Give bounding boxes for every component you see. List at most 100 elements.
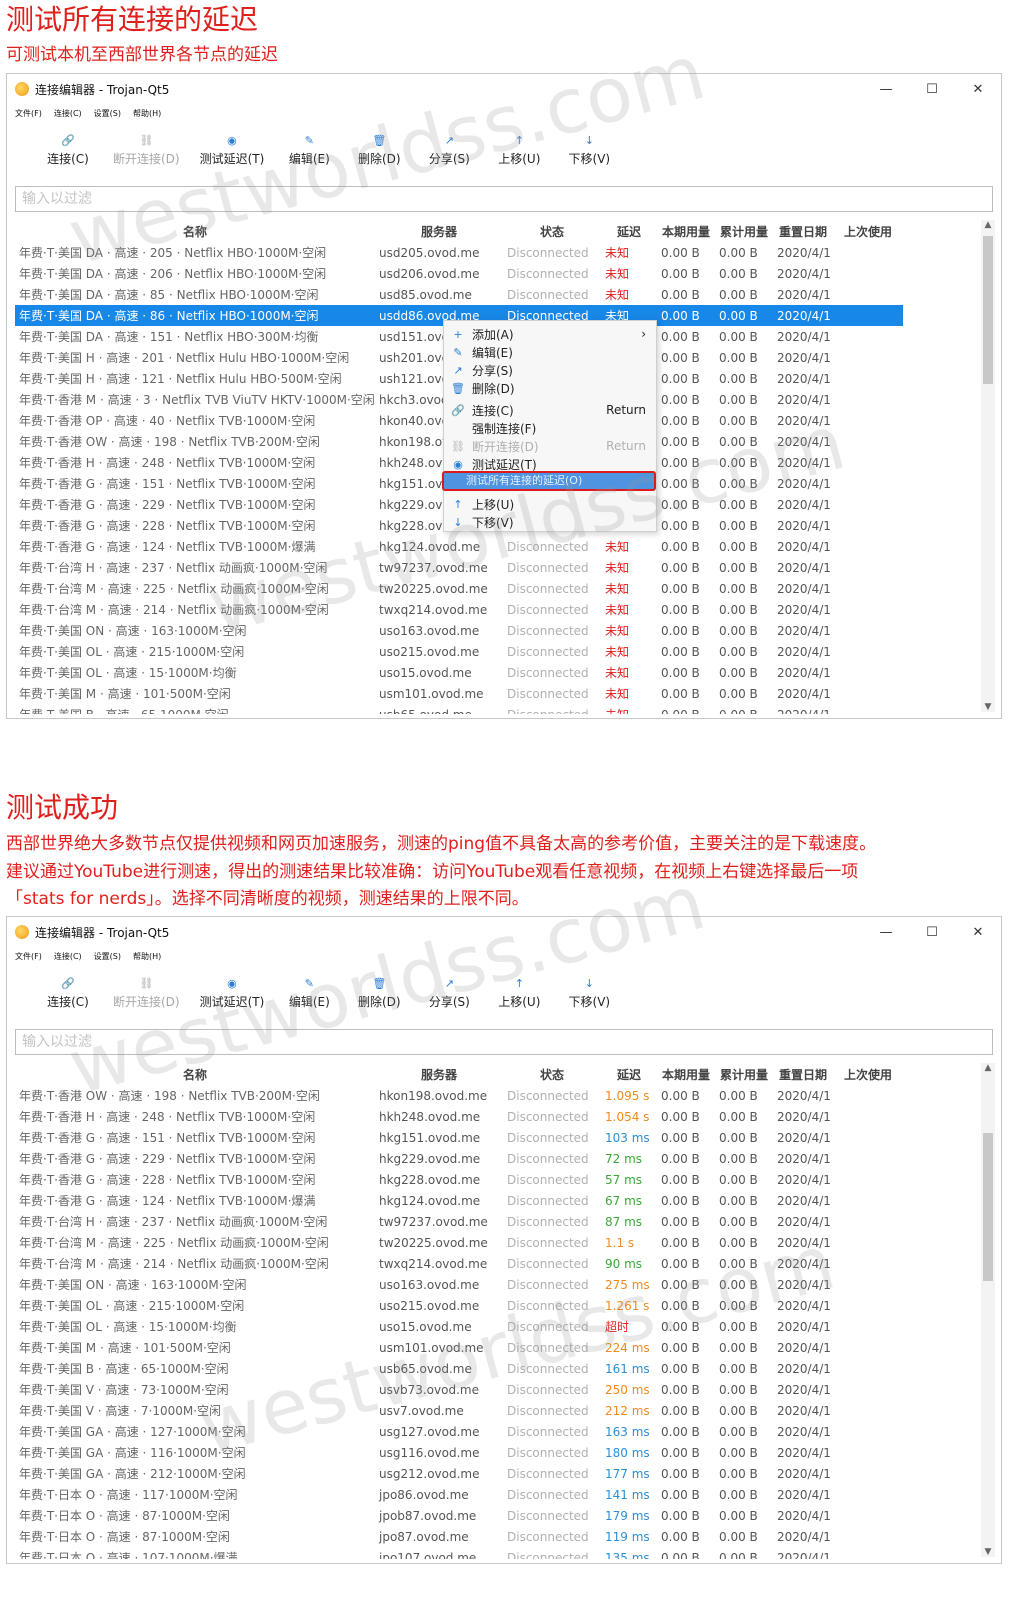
table-row[interactable]: 年费·T·日本 O · 高速 · 117·1000M·空闲 jpo86.ovod.… <box>15 1484 903 1505</box>
table-row[interactable]: 年费·T·美国 ON · 高速 · 163·1000M·空闲 uso163.ovo… <box>15 620 903 641</box>
column-header[interactable]: 本期用量 <box>657 220 715 242</box>
close-button[interactable]: ✕ <box>955 74 1001 104</box>
vertical-scrollbar[interactable]: ▲ ▼ <box>981 220 995 712</box>
minimize-button[interactable]: — <box>863 917 909 947</box>
column-header[interactable]: 延迟 <box>601 1063 657 1085</box>
table-row[interactable]: 年费·T·台湾 H · 高速 · 237 · Netflix 动画疯·1000M… <box>15 557 903 578</box>
table-row[interactable]: 年费·T·台湾 H · 高速 · 237 · Netflix 动画疯·1000M… <box>15 1211 903 1232</box>
table-row[interactable]: 年费·T·台湾 M · 高速 · 214 · Netflix 动画疯·1000M… <box>15 1253 903 1274</box>
column-header[interactable]: 重置日期 <box>773 1063 833 1085</box>
table-row[interactable]: 年费·T·美国 DA · 高速 · 206 · Netflix HBO·1000… <box>15 263 903 284</box>
table-row[interactable]: 年费·T·美国 DA · 高速 · 85 · Netflix HBO·1000M… <box>15 284 903 305</box>
toolbar-button-3[interactable]: ✎ 编辑(E) <box>284 134 334 167</box>
vertical-scrollbar[interactable]: ▲ ▼ <box>981 1063 995 1557</box>
menu-connection[interactable]: 连接(C) <box>54 951 82 962</box>
table-row[interactable]: 年费·T·美国 DA · 高速 · 205 · Netflix HBO·1000… <box>15 242 903 263</box>
table-row[interactable]: 年费·T·美国 OL · 高速 · 15·1000M·均衡 uso15.ovod.… <box>15 1316 903 1337</box>
toolbar-button-2[interactable]: ◉ 测试延迟(T) <box>200 977 265 1010</box>
scroll-up-arrow-icon[interactable]: ▲ <box>981 220 995 230</box>
table-row[interactable]: 年费·T·香港 H · 高速 · 248 · Netflix TVB·1000M… <box>15 1106 903 1127</box>
table-row[interactable]: 年费·T·美国 B · 高速 · 65·1000M·空闲usb65.ovod.m… <box>15 1358 903 1379</box>
menu-settings[interactable]: 设置(S) <box>94 108 121 119</box>
filter-input[interactable]: 输入以过滤 <box>15 1029 993 1055</box>
table-row[interactable]: 年费·T·台湾 M · 高速 · 214 · Netflix 动画疯·1000M… <box>15 599 903 620</box>
toolbar-button-3[interactable]: ✎ 编辑(E) <box>284 977 334 1010</box>
context-menu-item[interactable]: + 添加(A) › <box>444 325 656 343</box>
table-row[interactable]: 年费·T·香港 G · 高速 · 124 · Netflix TVB·1000M… <box>15 536 903 557</box>
table-row[interactable]: 年费·T·台湾 M · 高速 · 225 · Netflix 动画疯·1000M… <box>15 1232 903 1253</box>
context-menu-item[interactable]: 🗑 删除(D) <box>444 379 656 397</box>
column-header[interactable]: 上次使用 <box>833 220 903 242</box>
table-row[interactable]: 年费·T·美国 OL · 高速 · 15·1000M·均衡 uso15.ovod.… <box>15 662 903 683</box>
column-header[interactable]: 累计用量 <box>715 220 773 242</box>
column-header[interactable]: 服务器 <box>375 1063 503 1085</box>
table-row[interactable]: 年费·T·美国 V · 高速 · 7·1000M·空闲 usv7.ovod.me D… <box>15 1400 903 1421</box>
toolbar-button-2[interactable]: ◉ 测试延迟(T) <box>200 134 265 167</box>
column-header[interactable]: 名称 <box>15 1063 375 1085</box>
filter-input[interactable]: 输入以过滤 <box>15 186 993 212</box>
context-menu-item[interactable]: ↑ 上移(U) <box>444 495 656 513</box>
minimize-button[interactable]: — <box>863 74 909 104</box>
context-menu-item[interactable]: 🔗 连接(C) Return <box>444 401 656 419</box>
context-menu-item[interactable]: ↓ 下移(V) <box>444 513 656 531</box>
scroll-down-arrow-icon[interactable]: ▼ <box>981 1547 995 1557</box>
column-header[interactable]: 重置日期 <box>773 220 833 242</box>
table-row[interactable]: 年费·T·日本 O · 高速 · 107·1000M·爆满 jpo107.ovod… <box>15 1547 903 1560</box>
scroll-up-arrow-icon[interactable]: ▲ <box>981 1063 995 1073</box>
context-menu-item[interactable]: ↗ 分享(S) <box>444 361 656 379</box>
table-row[interactable]: 年费·T·美国 GA · 高速 · 116·1000M·空闲 usg116.ovo… <box>15 1442 903 1463</box>
column-header[interactable]: 本期用量 <box>657 1063 715 1085</box>
menu-file[interactable]: 文件(F) <box>15 108 42 119</box>
toolbar-button-1[interactable]: ⛓ 断开连接(D) <box>113 134 180 167</box>
menu-help[interactable]: 帮助(H) <box>133 951 161 962</box>
table-row[interactable]: 年费·T·香港 G · 高速 · 151 · Netflix TVB·1000M… <box>15 1127 903 1148</box>
table-row[interactable]: 年费·T·美国 B · 高速 · 65·1000M·空闲usb65.ovod.m… <box>15 704 903 715</box>
table-row[interactable]: 年费·T·日本 O · 高速 · 87·1000M·空闲 jpo87.ovod.m… <box>15 1526 903 1547</box>
table-row[interactable]: 年费·T·香港 G · 高速 · 229 · Netflix TVB·1000M… <box>15 1148 903 1169</box>
table-row[interactable]: 年费·T·美国 V · 高速 · 73·1000M·空闲 usvb73.ovod.… <box>15 1379 903 1400</box>
table-row[interactable]: 年费·T·美国 M · 高速 · 101·500M·空闲 usm101.ovod.… <box>15 1337 903 1358</box>
toolbar-button-0[interactable]: 🔗 连接(C) <box>43 977 93 1010</box>
toolbar-button-6[interactable]: ↑ 上移(U) <box>494 977 544 1010</box>
context-menu-item[interactable]: ⛓ 断开连接(D) Return <box>444 437 656 455</box>
table-row[interactable]: 年费·T·台湾 M · 高速 · 225 · Netflix 动画疯·1000M… <box>15 578 903 599</box>
column-header[interactable]: 名称 <box>15 220 375 242</box>
table-row[interactable]: 年费·T·香港 OW · 高速 · 198 · Netflix TVB·200M… <box>15 1085 903 1106</box>
table-row[interactable]: 年费·T·美国 ON · 高速 · 163·1000M·空闲 uso163.ovo… <box>15 1274 903 1295</box>
toolbar-button-4[interactable]: 🗑 删除(D) <box>354 977 404 1010</box>
column-header[interactable]: 状态 <box>503 220 601 242</box>
scroll-down-arrow-icon[interactable]: ▼ <box>981 702 995 712</box>
column-header[interactable]: 上次使用 <box>833 1063 903 1085</box>
column-header[interactable]: 累计用量 <box>715 1063 773 1085</box>
table-row[interactable]: 年费·T·香港 G · 高速 · 228 · Netflix TVB·1000M… <box>15 1169 903 1190</box>
table-row[interactable]: 年费·T·香港 G · 高速 · 124 · Netflix TVB·1000M… <box>15 1190 903 1211</box>
menu-file[interactable]: 文件(F) <box>15 951 42 962</box>
toolbar-button-7[interactable]: ↓ 下移(V) <box>564 977 614 1010</box>
context-menu-item[interactable]: 强制连接(F) <box>444 419 656 437</box>
toolbar-button-5[interactable]: ↗ 分享(S) <box>424 134 474 167</box>
toolbar-button-5[interactable]: ↗ 分享(S) <box>424 977 474 1010</box>
toolbar-button-4[interactable]: 🗑 删除(D) <box>354 134 404 167</box>
column-header[interactable]: 状态 <box>503 1063 601 1085</box>
menu-settings[interactable]: 设置(S) <box>94 951 121 962</box>
scrollbar-thumb[interactable] <box>983 236 993 384</box>
toolbar-button-1[interactable]: ⛓ 断开连接(D) <box>113 977 180 1010</box>
table-row[interactable]: 年费·T·美国 GA · 高速 · 127·1000M·空闲 usg127.ovo… <box>15 1421 903 1442</box>
table-row[interactable]: 年费·T·美国 OL · 高速 · 215·1000M·空闲 uso215.ovo… <box>15 1295 903 1316</box>
context-menu-item-test-all-latency[interactable]: 测试所有连接的延迟(O) <box>442 471 656 491</box>
close-button[interactable]: ✕ <box>955 917 1001 947</box>
table-row[interactable]: 年费·T·美国 OL · 高速 · 215·1000M·空闲 uso215.ovo… <box>15 641 903 662</box>
scrollbar-thumb[interactable] <box>983 1133 993 1281</box>
toolbar-button-0[interactable]: 🔗 连接(C) <box>43 134 93 167</box>
context-menu-item[interactable]: ✎ 编辑(E) <box>444 343 656 361</box>
toolbar-button-6[interactable]: ↑ 上移(U) <box>494 134 544 167</box>
maximize-button[interactable]: ☐ <box>909 74 955 104</box>
column-header[interactable]: 服务器 <box>375 220 503 242</box>
menu-help[interactable]: 帮助(H) <box>133 108 161 119</box>
column-header[interactable]: 延迟 <box>601 220 657 242</box>
table-row[interactable]: 年费·T·美国 GA · 高速 · 212·1000M·空闲 usg212.ovo… <box>15 1463 903 1484</box>
table-row[interactable]: 年费·T·日本 O · 高速 · 87·1000M·空闲 jpob87.ovod.… <box>15 1505 903 1526</box>
menu-connection[interactable]: 连接(C) <box>54 108 82 119</box>
maximize-button[interactable]: ☐ <box>909 917 955 947</box>
toolbar-button-7[interactable]: ↓ 下移(V) <box>564 134 614 167</box>
